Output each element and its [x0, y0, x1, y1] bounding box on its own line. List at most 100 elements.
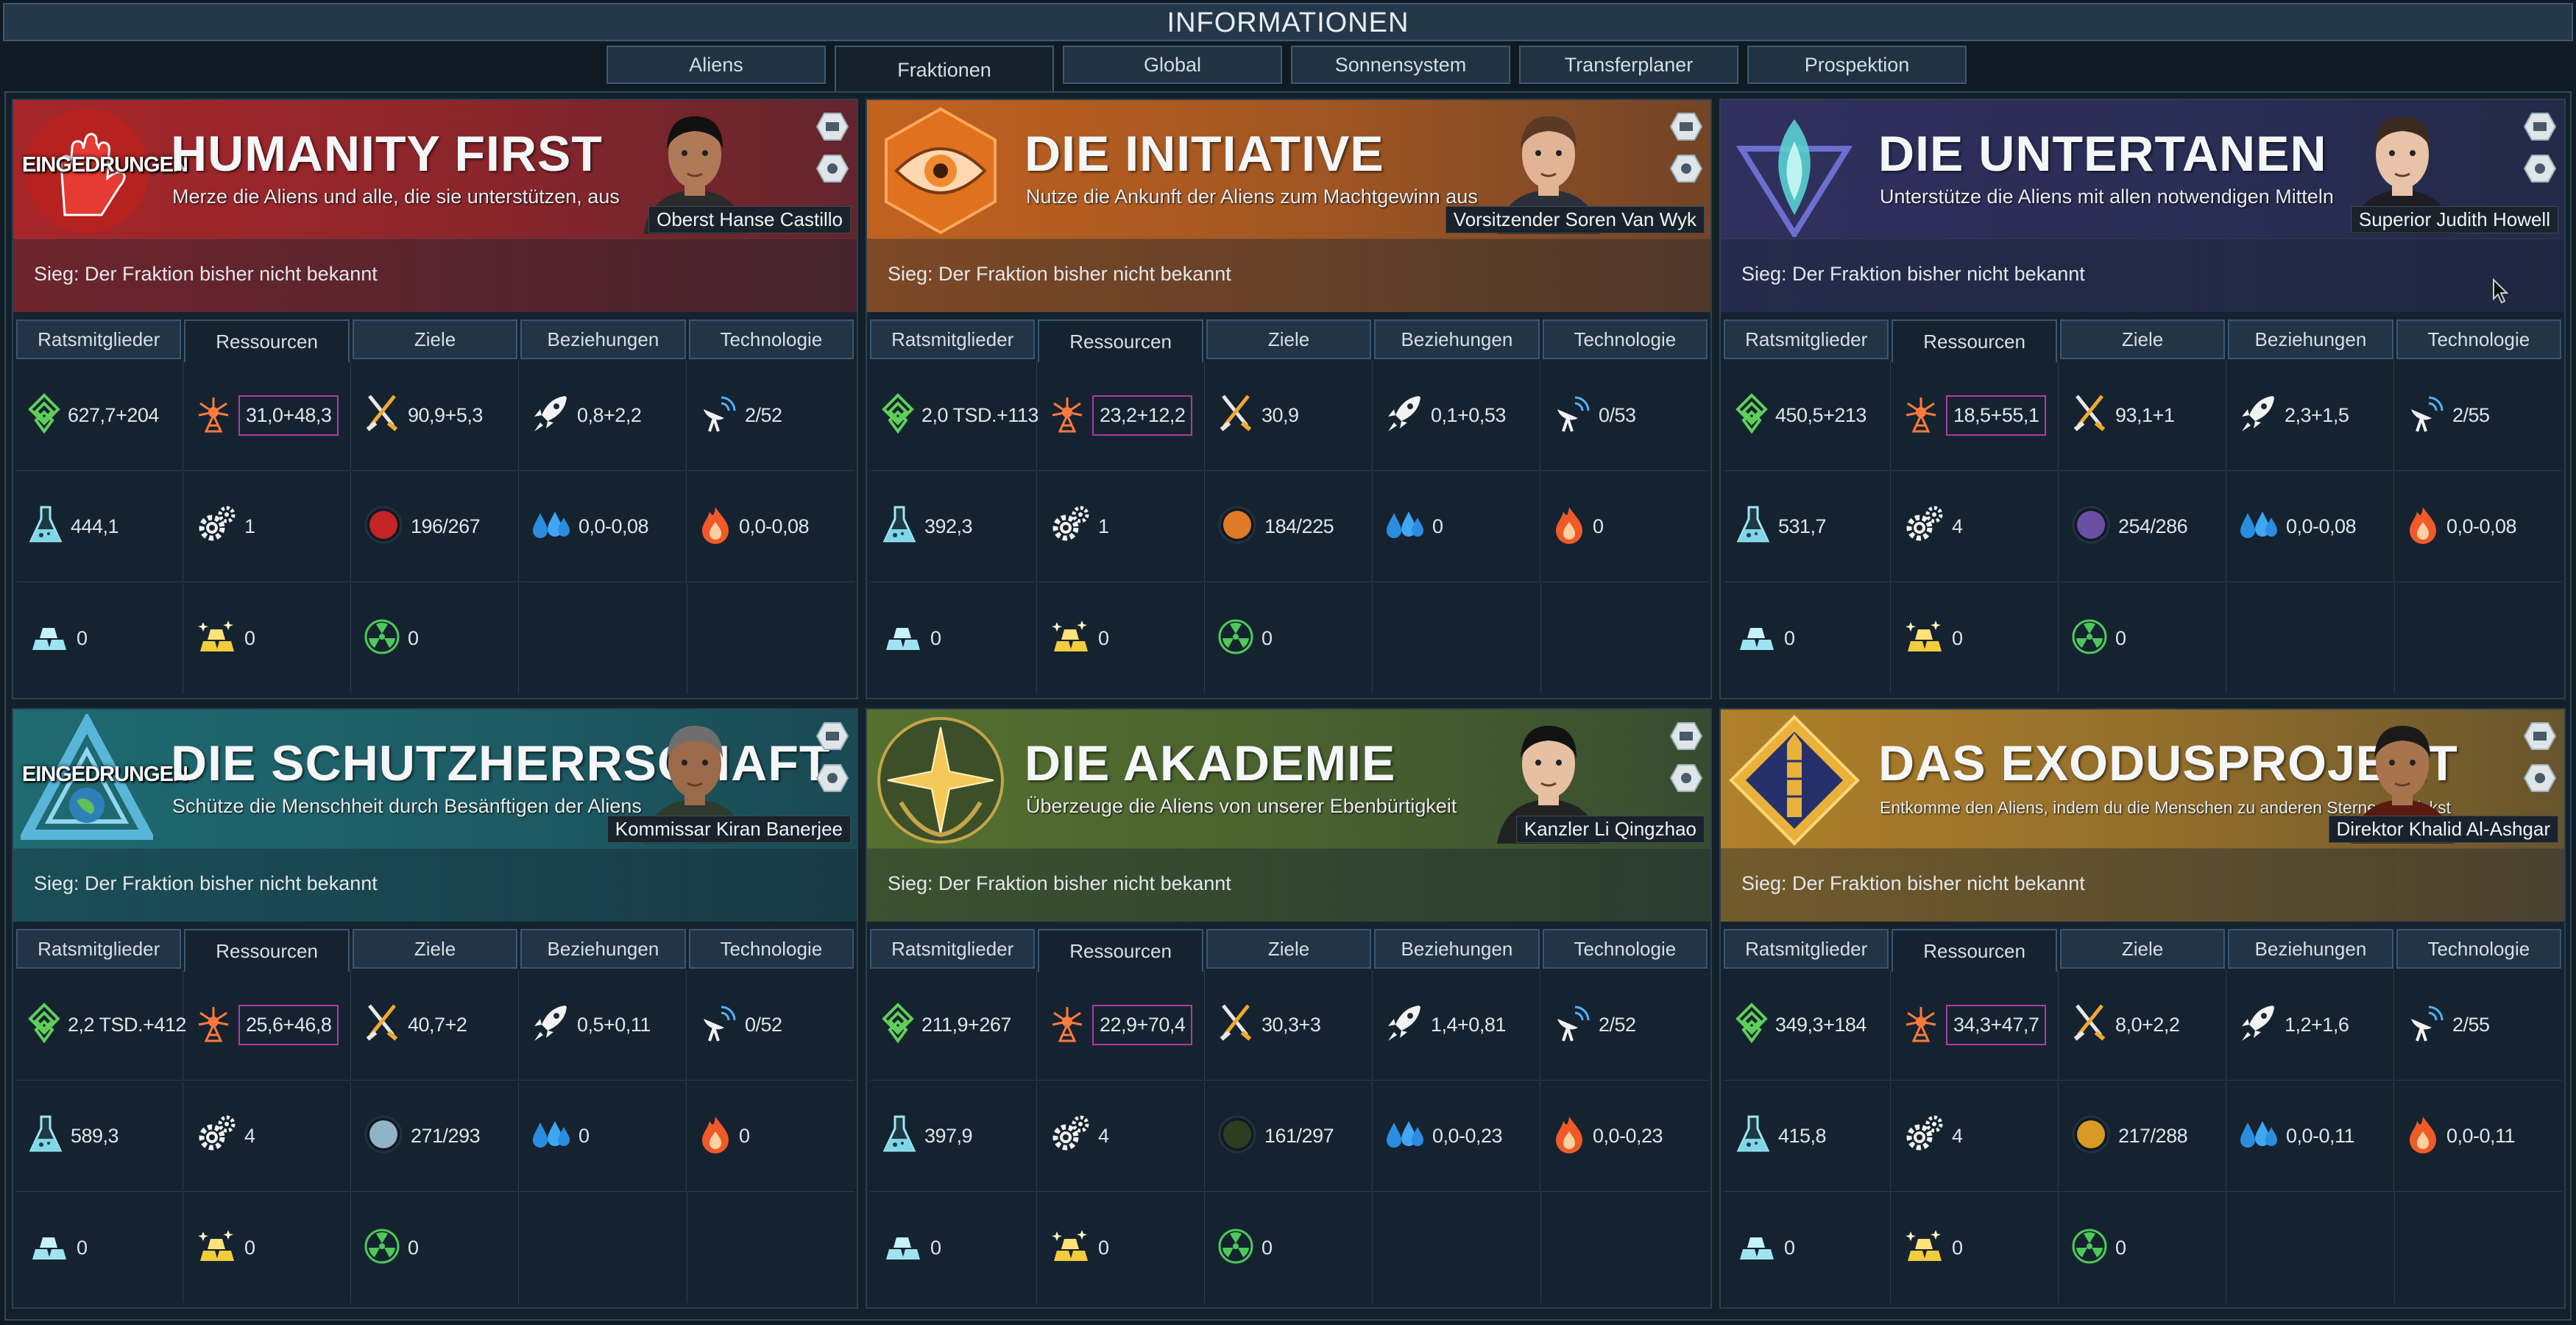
- tab-ressourcen[interactable]: Ressourcen: [1038, 929, 1203, 972]
- resource-influence[interactable]: 34,3+47,7: [1892, 970, 2059, 1081]
- resource-control-points[interactable]: 161/297: [1206, 1081, 1373, 1192]
- faction-relations-button-icon[interactable]: [1669, 763, 1703, 796]
- faction-relations-button-icon[interactable]: [2523, 763, 2557, 796]
- resource-boost[interactable]: 0,1+0,53: [1373, 361, 1540, 471]
- tab-ziele[interactable]: Ziele: [1206, 319, 1372, 359]
- resource-mission-control[interactable]: 0/53: [1541, 361, 1708, 471]
- faction-relations-button-icon[interactable]: [1669, 154, 1703, 187]
- resource-control-points[interactable]: 217/288: [2059, 1081, 2226, 1192]
- resource-research[interactable]: 444,1: [16, 472, 183, 582]
- resource-water[interactable]: 0,0-0,23: [1373, 1081, 1540, 1192]
- resource-money[interactable]: 627,7+204: [16, 361, 183, 471]
- tab-prospektion[interactable]: Prospektion: [1747, 46, 1967, 84]
- resource-boost[interactable]: 0,8+2,2: [520, 361, 687, 471]
- resource-research[interactable]: 397,9: [870, 1081, 1037, 1192]
- resource-influence[interactable]: 22,9+70,4: [1038, 970, 1205, 1081]
- tab-beziehungen[interactable]: Beziehungen: [520, 319, 686, 359]
- tab-beziehungen[interactable]: Beziehungen: [1374, 319, 1540, 359]
- resource-fissiles[interactable]: 0: [352, 1192, 519, 1303]
- resource-influence[interactable]: 31,0+48,3: [184, 361, 351, 471]
- resource-fissiles[interactable]: 0: [1206, 583, 1373, 693]
- resource-projects[interactable]: 4: [1038, 1081, 1205, 1192]
- leader-name[interactable]: Kanzler Li Qingzhao: [1515, 816, 1705, 843]
- resource-noble-metals[interactable]: 0: [1892, 1192, 2059, 1303]
- resource-ops[interactable]: 30,9: [1206, 361, 1373, 471]
- resource-metals[interactable]: 0: [1724, 583, 1891, 693]
- tab-global[interactable]: Global: [1063, 46, 1282, 84]
- resource-research[interactable]: 531,7: [1724, 472, 1891, 582]
- tab-ressourcen[interactable]: Ressourcen: [1892, 929, 2057, 972]
- tab-technologie[interactable]: Technologie: [1542, 319, 1708, 359]
- tab-ziele[interactable]: Ziele: [352, 929, 518, 969]
- tab-fraktionen[interactable]: Fraktionen: [835, 46, 1054, 93]
- resource-mission-control[interactable]: 0/52: [687, 970, 854, 1081]
- resource-fissiles[interactable]: 0: [1206, 1192, 1373, 1303]
- resource-water[interactable]: 0,0-0,08: [2227, 472, 2394, 582]
- tab-ratsmitglieder[interactable]: Ratsmitglieder: [1724, 929, 1889, 969]
- resource-influence[interactable]: 25,6+46,8: [184, 970, 351, 1081]
- resource-projects[interactable]: 4: [184, 1081, 351, 1192]
- resource-mission-control[interactable]: 2/55: [2395, 970, 2562, 1081]
- resource-research[interactable]: 589,3: [16, 1081, 183, 1192]
- resource-noble-metals[interactable]: 0: [1892, 583, 2059, 693]
- tab-ressourcen[interactable]: Ressourcen: [184, 929, 350, 972]
- resource-fissiles[interactable]: 0: [2059, 1192, 2226, 1303]
- resource-control-points[interactable]: 254/286: [2059, 472, 2226, 582]
- resource-boost[interactable]: 0,5+0,11: [520, 970, 687, 1081]
- faction-relations-button-icon[interactable]: [815, 763, 849, 796]
- resource-metals[interactable]: 0: [1724, 1192, 1891, 1303]
- resource-research[interactable]: 392,3: [870, 472, 1037, 582]
- faction-info-button-icon[interactable]: [2523, 112, 2557, 145]
- resource-research[interactable]: 415,8: [1724, 1081, 1891, 1192]
- tab-ratsmitglieder[interactable]: Ratsmitglieder: [16, 319, 182, 359]
- tab-transferplaner[interactable]: Transferplaner: [1519, 46, 1738, 84]
- resource-ops[interactable]: 30,3+3: [1206, 970, 1373, 1081]
- tab-beziehungen[interactable]: Beziehungen: [520, 929, 686, 969]
- resource-control-points[interactable]: 184/225: [1206, 472, 1373, 582]
- resource-money[interactable]: 2,0 TSD.+113: [870, 361, 1038, 471]
- resource-metals[interactable]: 0: [870, 583, 1037, 693]
- leader-name[interactable]: Oberst Hanse Castillo: [648, 206, 851, 233]
- resource-ops[interactable]: 8,0+2,2: [2059, 970, 2226, 1081]
- tab-beziehungen[interactable]: Beziehungen: [2228, 929, 2393, 969]
- tab-ziele[interactable]: Ziele: [2059, 929, 2226, 969]
- leader-name[interactable]: Kommissar Kiran Banerjee: [606, 816, 851, 843]
- faction-info-button-icon[interactable]: [815, 112, 849, 145]
- tab-ziele[interactable]: Ziele: [1206, 929, 1372, 969]
- resource-money[interactable]: 450,5+213: [1724, 361, 1891, 471]
- resource-projects[interactable]: 4: [1892, 472, 2059, 582]
- tab-aliens[interactable]: Aliens: [606, 46, 826, 84]
- faction-info-button-icon[interactable]: [2523, 721, 2557, 755]
- tab-ressourcen[interactable]: Ressourcen: [1892, 319, 2057, 362]
- resource-volatiles[interactable]: 0: [687, 1081, 854, 1192]
- resource-control-points[interactable]: 271/293: [352, 1081, 519, 1192]
- resource-metals[interactable]: 0: [870, 1192, 1037, 1303]
- resource-projects[interactable]: 1: [1038, 472, 1205, 582]
- leader-name[interactable]: Vorsitzender Soren Van Wyk: [1445, 206, 1705, 233]
- tab-ressourcen[interactable]: Ressourcen: [1038, 319, 1203, 362]
- resource-fissiles[interactable]: 0: [352, 583, 519, 693]
- resource-mission-control[interactable]: 2/52: [1541, 970, 1708, 1081]
- resource-projects[interactable]: 4: [1892, 1081, 2059, 1192]
- resource-fissiles[interactable]: 0: [2059, 583, 2226, 693]
- tab-sonnensystem[interactable]: Sonnensystem: [1291, 46, 1510, 84]
- tab-technologie[interactable]: Technologie: [2396, 929, 2562, 969]
- resource-volatiles[interactable]: 0,0-0,11: [2395, 1081, 2562, 1192]
- tab-technologie[interactable]: Technologie: [688, 319, 854, 359]
- resource-water[interactable]: 0: [1373, 472, 1540, 582]
- resource-influence[interactable]: 18,5+55,1: [1892, 361, 2059, 471]
- resource-influence[interactable]: 23,2+12,2: [1038, 361, 1205, 471]
- tab-ziele[interactable]: Ziele: [2059, 319, 2226, 359]
- tab-ressourcen[interactable]: Ressourcen: [184, 319, 350, 362]
- resource-volatiles[interactable]: 0,0-0,08: [687, 472, 854, 582]
- resource-mission-control[interactable]: 2/52: [687, 361, 854, 471]
- leader-name[interactable]: Superior Judith Howell: [2350, 206, 2558, 233]
- resource-boost[interactable]: 1,2+1,6: [2227, 970, 2394, 1081]
- tab-ratsmitglieder[interactable]: Ratsmitglieder: [870, 319, 1036, 359]
- resource-volatiles[interactable]: 0,0-0,08: [2395, 472, 2562, 582]
- tab-ratsmitglieder[interactable]: Ratsmitglieder: [870, 929, 1036, 969]
- resource-noble-metals[interactable]: 0: [1038, 1192, 1205, 1303]
- tab-ratsmitglieder[interactable]: Ratsmitglieder: [1724, 319, 1889, 359]
- resource-boost[interactable]: 2,3+1,5: [2227, 361, 2394, 471]
- faction-info-button-icon[interactable]: [815, 721, 849, 755]
